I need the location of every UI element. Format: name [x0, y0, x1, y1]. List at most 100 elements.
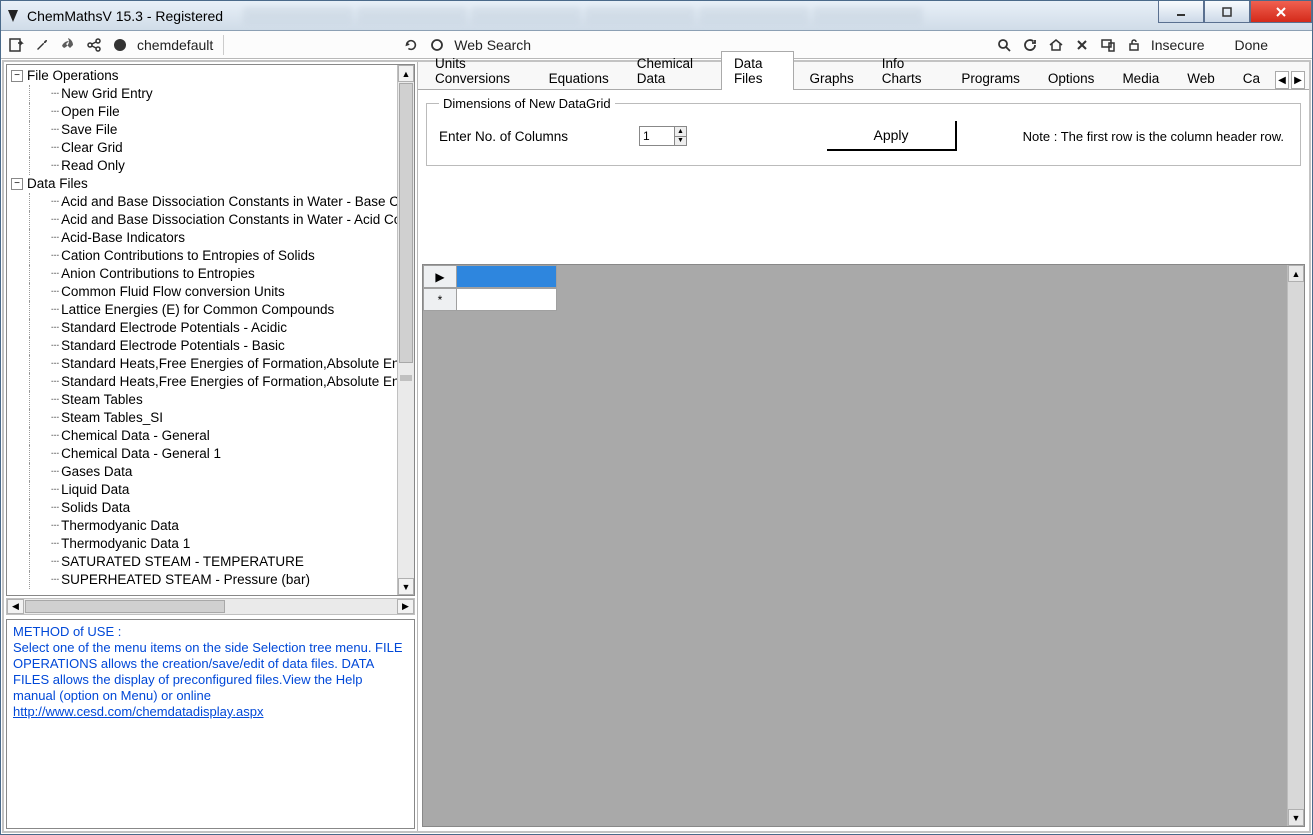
search-icon[interactable] [995, 36, 1013, 54]
tree-item[interactable]: ┄Steam Tables [29, 391, 397, 409]
minimize-button[interactable] [1158, 1, 1204, 23]
tree-item[interactable]: ┄Thermodyanic Data [29, 517, 397, 535]
help-link[interactable]: http://www.cesd.com/chemdatadisplay.aspx [13, 704, 264, 719]
globe-icon[interactable] [111, 36, 129, 54]
row-selector[interactable]: ▶ [423, 265, 457, 288]
columns-stepper[interactable]: ▲ ▼ [639, 126, 687, 146]
tree-item[interactable]: ┄Clear Grid [29, 139, 397, 157]
tree-item[interactable]: ┄Solids Data [29, 499, 397, 517]
background-tabs [243, 7, 1308, 25]
tree-item[interactable]: ┄Gases Data [29, 463, 397, 481]
tree-item[interactable]: ┄Standard Electrode Potentials - Acidic [29, 319, 397, 337]
scroll-up-icon[interactable]: ▲ [398, 65, 414, 82]
scroll-down-icon[interactable]: ▼ [398, 578, 414, 595]
tree-item[interactable]: ┄SATURATED STEAM - TEMPERATURE [29, 553, 397, 571]
tree-item[interactable]: ┄Save File [29, 121, 397, 139]
tree-view: − File Operations ┄New Grid Entry┄Open F… [6, 64, 415, 596]
scroll-thumb[interactable] [25, 600, 225, 613]
dimensions-note: Note : The first row is the column heade… [1023, 129, 1284, 144]
tree-item[interactable]: ┄Standard Heats,Free Energies of Formati… [29, 373, 397, 391]
insecure-label: Insecure [1151, 37, 1205, 53]
maximize-button[interactable] [1204, 1, 1250, 23]
tree-item[interactable]: ┄SUPERHEATED STEAM - Pressure (bar) [29, 571, 397, 589]
tab-programs[interactable]: Programs [948, 66, 1033, 90]
tree-horizontal-scrollbar[interactable]: ◀ ▶ [6, 598, 415, 615]
tab-scroll-left-icon[interactable]: ◀ [1275, 71, 1289, 89]
done-label[interactable]: Done [1235, 37, 1268, 53]
scroll-left-icon[interactable]: ◀ [7, 599, 24, 614]
tree-item[interactable]: ┄Thermodyanic Data 1 [29, 535, 397, 553]
grid-cell[interactable] [457, 288, 557, 311]
tree-content[interactable]: − File Operations ┄New Grid Entry┄Open F… [7, 65, 397, 595]
rocket-icon[interactable] [59, 36, 77, 54]
new-row-marker[interactable]: * [423, 288, 457, 311]
grid-vertical-scrollbar[interactable]: ▲ ▼ [1287, 265, 1304, 826]
apply-button[interactable]: Apply [827, 121, 957, 151]
profile-name: chemdefault [137, 37, 213, 53]
tree-item[interactable]: ┄Chemical Data - General 1 [29, 445, 397, 463]
fieldset-legend: Dimensions of New DataGrid [439, 96, 615, 111]
tree-item[interactable]: ┄Common Fluid Flow conversion Units [29, 283, 397, 301]
spin-up-icon[interactable]: ▲ [675, 127, 686, 137]
tree-label: File Operations [27, 67, 119, 85]
spin-down-icon[interactable]: ▼ [675, 137, 686, 146]
tab-ca[interactable]: Ca [1230, 66, 1273, 90]
tree-item[interactable]: ┄Open File [29, 103, 397, 121]
unlock-icon[interactable] [1125, 36, 1143, 54]
data-grid[interactable]: ▶ * [423, 265, 557, 311]
tree-item[interactable]: ┄Steam Tables_SI [29, 409, 397, 427]
scroll-right-icon[interactable]: ▶ [397, 599, 414, 614]
close-button[interactable] [1250, 1, 1312, 23]
share-icon[interactable] [85, 36, 103, 54]
tab-media[interactable]: Media [1109, 66, 1172, 90]
tab-units-conversions[interactable]: Units Conversions [422, 51, 534, 90]
collapse-icon[interactable]: − [11, 178, 23, 190]
tree-item[interactable]: ┄Anion Contributions to Entropies [29, 265, 397, 283]
titlebar: ChemMathsV 15.3 - Registered [1, 1, 1312, 31]
tree-item[interactable]: ┄Acid and Base Dissociation Constants in… [29, 193, 397, 211]
tab-chemical-data[interactable]: Chemical Data [624, 51, 719, 90]
tree-item[interactable]: ┄Lattice Energies (E) for Common Compoun… [29, 301, 397, 319]
export-icon[interactable] [7, 36, 25, 54]
data-grid-area: ▶ * ▲ ▼ [422, 264, 1305, 827]
tab-graphs[interactable]: Graphs [796, 66, 866, 90]
tab-info-charts[interactable]: Info Charts [869, 51, 947, 90]
app-window: ChemMathsV 15.3 - Registered chemdefault… [0, 0, 1313, 835]
tree-item[interactable]: ┄Acid and Base Dissociation Constants in… [29, 211, 397, 229]
tree-vertical-scrollbar[interactable]: ▲ ▼ [397, 65, 414, 595]
tab-equations[interactable]: Equations [536, 66, 622, 90]
grid-cell[interactable] [457, 265, 557, 288]
tab-web[interactable]: Web [1174, 66, 1228, 90]
tree-item[interactable]: ┄Standard Heats,Free Energies of Formati… [29, 355, 397, 373]
tab-data-files[interactable]: Data Files [721, 51, 795, 90]
tree-item[interactable]: ┄New Grid Entry [29, 85, 397, 103]
scroll-up-icon[interactable]: ▲ [1288, 265, 1304, 282]
tab-scroll-right-icon[interactable]: ▶ [1291, 71, 1305, 89]
wrench-icon[interactable] [33, 36, 51, 54]
close-icon[interactable] [1073, 36, 1091, 54]
collapse-icon[interactable]: − [11, 70, 23, 82]
tree-item[interactable]: ┄Cation Contributions to Entropies of So… [29, 247, 397, 265]
columns-input[interactable] [640, 127, 674, 145]
tree-node-file-operations[interactable]: − File Operations [11, 67, 397, 85]
dimensions-fieldset: Dimensions of New DataGrid Enter No. of … [426, 96, 1301, 166]
tree-node-data-files[interactable]: − Data Files [11, 175, 397, 193]
right-tabs: Units ConversionsEquationsChemical DataD… [418, 62, 1309, 90]
home-icon[interactable] [1047, 36, 1065, 54]
scroll-down-icon[interactable]: ▼ [1288, 809, 1304, 826]
refresh-small-icon[interactable] [402, 36, 420, 54]
tree-item[interactable]: ┄Liquid Data [29, 481, 397, 499]
scroll-thumb[interactable] [399, 83, 413, 363]
tree-item[interactable]: ┄Read Only [29, 157, 397, 175]
tree-item[interactable]: ┄Chemical Data - General [29, 427, 397, 445]
help-body: Select one of the menu items on the side… [13, 640, 408, 704]
toolbar-separator [223, 35, 224, 55]
reload-icon[interactable] [1021, 36, 1039, 54]
right-panel: Units ConversionsEquationsChemical DataD… [418, 62, 1309, 831]
window-title: ChemMathsV 15.3 - Registered [27, 8, 223, 24]
devices-icon[interactable] [1099, 36, 1117, 54]
tree-item[interactable]: ┄Standard Electrode Potentials - Basic [29, 337, 397, 355]
app-icon [5, 8, 21, 24]
tree-item[interactable]: ┄Acid-Base Indicators [29, 229, 397, 247]
tab-options[interactable]: Options [1035, 66, 1108, 90]
